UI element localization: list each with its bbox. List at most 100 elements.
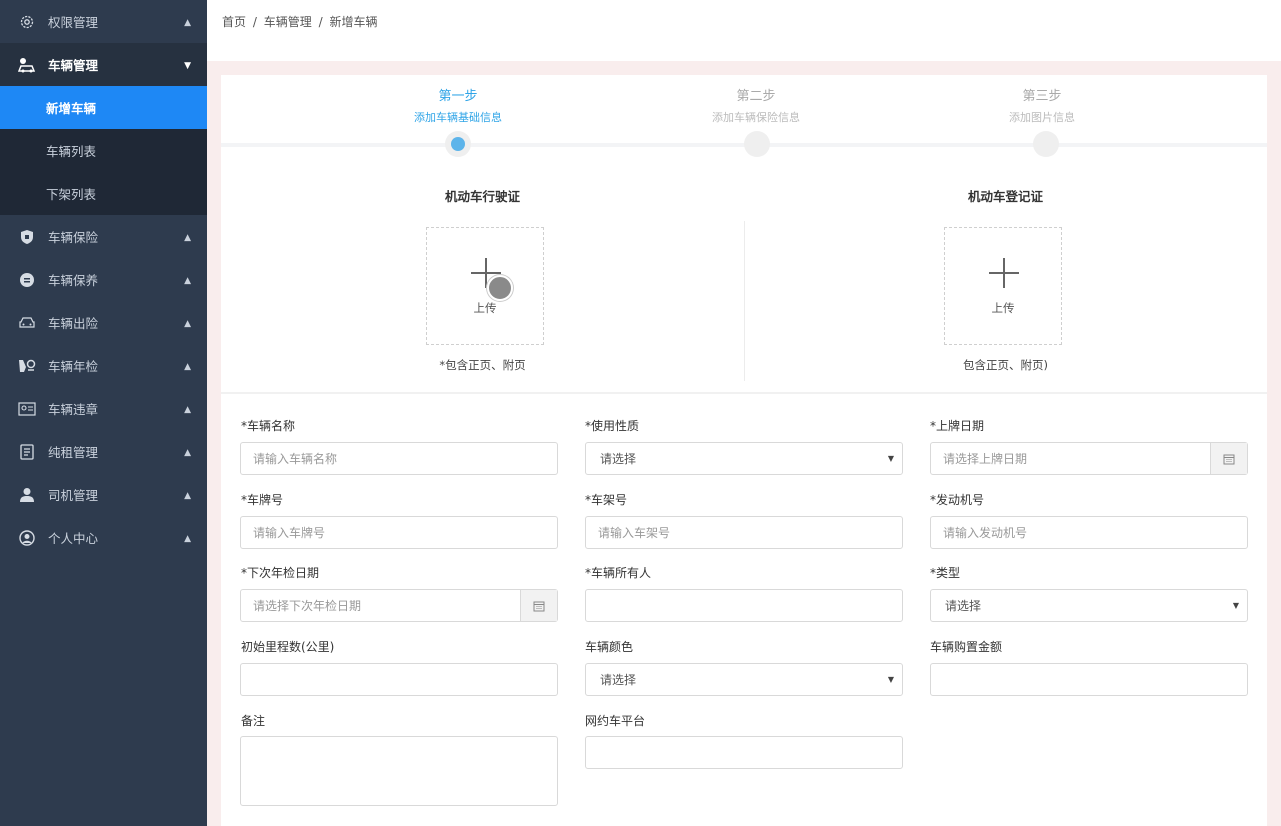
breadcrumb-home[interactable]: 首页 [222,15,246,29]
engine-no-input[interactable]: 请输入发动机号 [930,516,1248,549]
nav-item-claims[interactable]: 车辆出险 ▲ [0,301,207,344]
nav-label: 纯租管理 [48,445,99,460]
plate-no-input[interactable]: 请输入车牌号 [240,516,558,549]
vehicle-name-input[interactable]: 请输入车辆名称 [240,442,558,475]
main-card: 第一步 添加车辆基础信息 第二步 添加车辆保险信息 第三步 添加图片信息 机动车… [221,75,1267,826]
initial-mileage-input[interactable] [240,663,558,696]
platform-label: 网约车平台 [585,714,646,728]
violation-icon [18,400,36,418]
step-subtitle: 添加车辆基础信息 [414,111,502,124]
document-icon [18,443,36,461]
platform-input[interactable] [585,736,903,769]
inspection-icon [18,357,36,375]
plate-no-label: *车牌号 [241,493,284,507]
type-select-value: 请选择 [945,599,982,613]
nav-item-violations[interactable]: 车辆违章 ▲ [0,387,207,430]
chevron-up-icon: ▲ [184,490,191,501]
plate-date-label: *上牌日期 [930,419,985,433]
sub-item-delisted-list[interactable]: 下架列表 [0,172,207,215]
nav-label: 司机管理 [48,488,99,503]
step-1: 第一步 添加车辆基础信息 [378,85,538,125]
plate-date-input[interactable]: 请选择上牌日期 [930,442,1248,475]
frame-no-input[interactable]: 请输入车架号 [585,516,903,549]
nav-item-maintenance[interactable]: 车辆保养 ▲ [0,258,207,301]
caret-down-icon: ▼ [887,454,894,463]
chevron-down-icon: ▼ [184,60,191,71]
purchase-amount-label: 车辆购置金额 [930,640,1003,654]
usage-label: *使用性质 [585,419,640,433]
calendar-icon[interactable] [1210,443,1247,474]
step-subtitle: 添加图片信息 [1009,111,1075,124]
upload-note: 包含正页、附页) [963,358,1048,372]
step-title: 第一步 [438,89,478,104]
chevron-up-icon: ▲ [184,533,191,544]
breadcrumb-current: 新增车辆 [329,15,378,29]
calendar-icon[interactable] [520,590,557,621]
upload-button[interactable]: 上传 [944,227,1062,345]
upload-button[interactable]: 上传 [426,227,544,345]
type-select[interactable]: 请选择 ▼ [930,589,1248,622]
nav-item-permissions[interactable]: 权限管理 ▲ [0,0,207,43]
car-manage-icon [18,56,36,74]
sub-item-add-vehicle[interactable]: 新增车辆 [0,86,207,129]
color-select[interactable]: 请选择 ▼ [585,663,903,696]
sub-item-vehicle-list[interactable]: 车辆列表 [0,129,207,172]
driver-icon [18,486,36,504]
shield-icon [18,228,36,246]
upload-section: 机动车行驶证 上传 *包含正页、附页 机动车登记证 上传 包含正页、附页) [221,151,1267,394]
maintenance-icon [18,271,36,289]
chevron-up-icon: ▲ [184,17,191,28]
nav-label: 车辆管理 [48,58,99,73]
nav-item-vehicle-management[interactable]: 车辆管理 ▼ [0,43,207,86]
remark-label: 备注 [241,714,266,728]
nav-label: 车辆违章 [48,402,99,417]
nav-item-drivers[interactable]: 司机管理 ▲ [0,473,207,516]
upload-label: 上传 [991,301,1015,315]
upload-title: 机动车登记证 [967,189,1043,204]
engine-no-label: *发动机号 [930,493,985,507]
step-title: 第三步 [1022,89,1062,104]
nav-label: 车辆保养 [48,273,99,288]
nav-item-profile[interactable]: 个人中心 ▲ [0,516,207,559]
next-inspection-placeholder: 请选择下次年检日期 [253,599,362,613]
step-subtitle: 添加车辆保险信息 [712,111,800,124]
user-icon [18,529,36,547]
nav-label: 个人中心 [48,531,99,546]
upload-registration-certificate: 机动车登记证 上传 包含正页、附页) [744,151,1267,394]
step-title: 第二步 [736,89,776,104]
owner-input[interactable] [585,589,903,622]
upload-title: 机动车行驶证 [444,189,520,204]
car-icon [18,314,36,332]
next-inspection-input[interactable]: 请选择下次年检日期 [240,589,558,622]
topbar: 首页 / 车辆管理 / 新增车辆 [207,0,1281,61]
plate-date-placeholder: 请选择上牌日期 [943,452,1028,466]
breadcrumb-vehicle-management[interactable]: 车辆管理 [264,15,312,29]
nav-label: 车辆出险 [48,316,99,331]
sidebar: 权限管理 ▲ 车辆管理 ▼ 新增车辆 车辆列表 下架列表 车辆保险 ▲ 车辆保养… [0,0,207,826]
chevron-up-icon: ▲ [184,404,191,415]
next-inspection-label: *下次年检日期 [241,566,320,580]
chevron-up-icon: ▲ [184,232,191,243]
remark-textarea[interactable] [240,736,558,806]
upload-note: *包含正页、附页 [439,358,526,372]
chevron-up-icon: ▲ [184,361,191,372]
nav-item-inspection[interactable]: 车辆年检 ▲ [0,344,207,387]
gear-icon [18,13,36,31]
frame-no-label: *车架号 [585,493,628,507]
usage-select[interactable]: 请选择 ▼ [585,442,903,475]
breadcrumb: 首页 / 车辆管理 / 新增车辆 [222,13,380,30]
breadcrumb-sep: / [252,15,257,29]
plus-icon [989,258,1019,288]
upload-driving-license: 机动车行驶证 上传 *包含正页、附页 [221,151,744,394]
nav-label: 车辆保险 [48,230,99,245]
chevron-up-icon: ▲ [184,318,191,329]
owner-label: *车辆所有人 [585,566,652,580]
caret-down-icon: ▼ [887,675,894,684]
nav-item-insurance[interactable]: 车辆保险 ▲ [0,215,207,258]
nav-item-rental[interactable]: 纯租管理 ▲ [0,430,207,473]
breadcrumb-sep: / [318,15,323,29]
chevron-up-icon: ▲ [184,275,191,286]
mouse-cursor-icon [487,275,513,301]
vehicle-name-label: *车辆名称 [241,419,296,433]
purchase-amount-input[interactable] [930,663,1248,696]
